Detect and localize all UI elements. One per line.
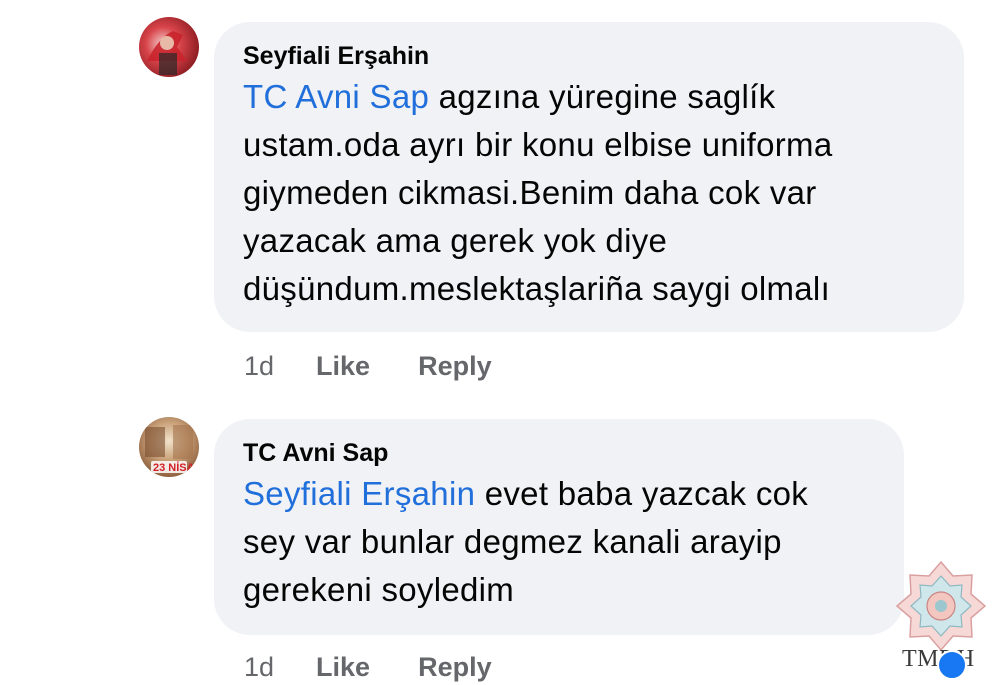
comment-text-line: Seyfiali Erşahin evet baba yazcak cok [243, 475, 809, 512]
timestamp[interactable]: 1d [244, 652, 274, 682]
comment-text-line: yazacak ama gerek yok diye [243, 222, 668, 259]
like-button[interactable]: Like [316, 652, 370, 682]
avatar[interactable] [139, 17, 199, 77]
reply-button[interactable]: Reply [418, 351, 492, 381]
mention-link[interactable]: TC Avni Sap [243, 78, 429, 115]
reply-button[interactable]: Reply [418, 652, 492, 682]
comment-actions: 1d Like Reply [244, 652, 540, 682]
comment-text-line: düşündum.meslektaşlariña saygi olmalı [243, 270, 831, 307]
comment-author[interactable]: Seyfiali Erşahin [243, 39, 934, 73]
comment-text-line: gerekeni soyledim [243, 571, 515, 608]
comment-text-line: ustam.oda ayrı bir konu elbise uniforma [243, 126, 833, 163]
reaction-icon[interactable] [937, 650, 967, 680]
comment-text-line: TC Avni Sap agzına yüregine saglík [243, 78, 776, 115]
mention-link[interactable]: Seyfiali Erşahin [243, 475, 475, 512]
comment-bubble: Seyfiali Erşahin TC Avni Sap agzına yüre… [214, 22, 964, 332]
comment-bubble: TC Avni Sap Seyfiali Erşahin evet baba y… [214, 419, 904, 635]
avatar[interactable]: 23 NİSAN [139, 417, 199, 477]
timestamp[interactable]: 1d [244, 351, 274, 381]
comment-text-line: sey var bunlar degmez kanali arayip [243, 523, 782, 560]
comment-actions: 1d Like Reply [244, 351, 540, 381]
avatar-badge: 23 NİSAN [153, 461, 199, 474]
comment-text-line: giymeden cikmasi.Benim daha cok var [243, 174, 817, 211]
like-button[interactable]: Like [316, 351, 370, 381]
comment-author[interactable]: TC Avni Sap [243, 436, 874, 470]
